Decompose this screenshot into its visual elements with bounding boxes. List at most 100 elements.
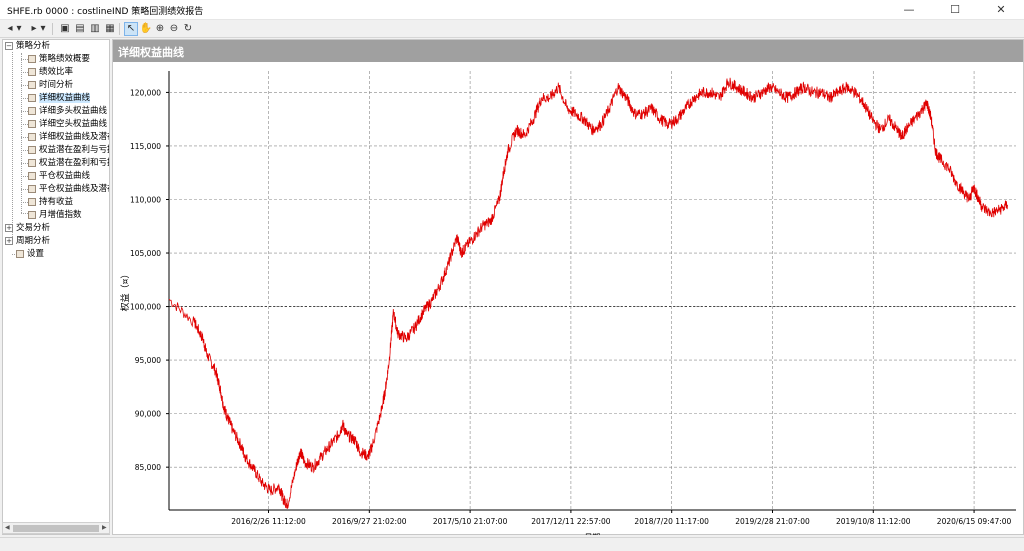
status-bar — [0, 537, 1024, 551]
y-tick-label: 85,000 — [135, 463, 161, 472]
pointer-icon[interactable]: ↖ — [124, 22, 138, 36]
chart-series — [168, 77, 1008, 510]
tree-item-label: 持有收益 — [39, 197, 74, 207]
equity-chart[interactable]: 85,000 90,000 95,000 100,000 105,000 110,000 1… — [113, 63, 1023, 535]
y-tick-label: 95,000 — [135, 356, 161, 365]
report-icon — [28, 132, 36, 141]
tree-item-label: 绩效比率 — [39, 67, 74, 77]
x-tick-label: 2019/2/28 21:07:00 — [735, 517, 810, 526]
panel-header: 详细权益曲线 — [113, 40, 1023, 62]
scroll-left-icon[interactable]: ◀ — [5, 523, 10, 533]
tree-item[interactable]: 持有收益 — [28, 196, 73, 209]
tree-group-trade[interactable]: + 交易分析 — [5, 222, 50, 235]
x-tick-label: 2016/2/26 11:12:00 — [231, 517, 306, 526]
scroll-right-icon[interactable]: ▶ — [102, 523, 107, 533]
tree-item-label: 设置 — [27, 249, 45, 259]
toolbar: ◂ ▾ ▸ ▾ ▣ ▤ ▥ ▦ ↖ ✋ ⊕ ⊖ ↻ — [0, 20, 1024, 38]
hand-icon[interactable]: ✋ — [139, 22, 153, 36]
tree-item[interactable]: 详细多头权益曲线 — [28, 105, 107, 118]
save-icon[interactable]: ▣ — [58, 22, 72, 36]
tree-horizontal-scrollbar[interactable]: ◀ ▶ — [2, 522, 110, 534]
tree-item-label: 权益潜在盈利和亏损 — [39, 158, 110, 168]
y-tick-label: 120,000 — [130, 88, 161, 97]
report-icon — [28, 197, 36, 206]
tree-guide — [21, 85, 28, 86]
window-title: SHFE.rb 0000 : costlineIND 策略回测绩效报告 — [7, 7, 204, 17]
report-icon — [28, 145, 36, 154]
x-tick-label: 2018/7/20 11:17:00 — [634, 517, 709, 526]
tree-guide — [21, 189, 28, 190]
toolbar-separator — [52, 23, 53, 35]
reset-icon[interactable]: ↻ — [181, 22, 195, 36]
tree-item-selected[interactable]: 详细权益曲线 — [28, 92, 91, 105]
report-icon — [28, 106, 36, 115]
export-icon[interactable]: ▤ — [73, 22, 87, 36]
print-icon[interactable]: ▥ — [88, 22, 102, 36]
back-dropdown-icon[interactable]: ▾ — [15, 22, 23, 36]
tree-item[interactable]: 详细权益曲线及潜在 — [28, 131, 109, 144]
tree-item-label: 详细多头权益曲线 — [39, 106, 108, 116]
tree-item[interactable]: 月增值指数 — [28, 209, 82, 222]
y-tick-label: 110,000 — [130, 195, 161, 204]
tree-guide — [21, 72, 28, 73]
zoom-out-icon[interactable]: ⊖ — [167, 22, 181, 36]
minimize-button[interactable]: — — [886, 0, 932, 20]
y-tick-label: 105,000 — [130, 249, 161, 258]
report-icon — [16, 249, 24, 258]
tree-item-label: 策略绩效概要 — [39, 54, 91, 64]
maximize-button[interactable]: ☐ — [932, 0, 978, 20]
series-line — [168, 77, 1008, 510]
x-axis-label: 日期 — [585, 533, 601, 535]
tree-guide — [21, 137, 28, 138]
tree-item[interactable]: 绩效比率 — [28, 66, 73, 79]
report-icon — [28, 158, 36, 167]
x-tick-label: 2017/12/11 22:57:00 — [531, 517, 611, 526]
report-icon — [28, 54, 36, 63]
tree-guide — [21, 150, 28, 151]
forward-dropdown-icon[interactable]: ▾ — [39, 22, 47, 36]
tree-item[interactable]: 时间分析 — [28, 79, 73, 92]
tree-item-label: 详细权益曲线 — [39, 93, 91, 103]
tree-group-strategy[interactable]: − 策略分析 — [5, 40, 50, 53]
report-icon — [28, 119, 36, 128]
tree-item[interactable]: 权益潜在盈利与亏损 — [28, 144, 110, 157]
tree-guide — [21, 176, 28, 177]
chart-panel: 详细权益曲线 85,000 90,000 95,000 100,000 105,000 1… — [112, 39, 1024, 535]
navigation-tree: − 策略分析 策略绩效概要 绩效比率 时间分析 详细权益曲线 详细多头权益曲线 详… — [2, 39, 110, 535]
x-tick-label: 2020/6/15 09:47:00 — [937, 517, 1012, 526]
y-axis-ticks: 85,000 90,000 95,000 100,000 105,000 110,000 1… — [130, 88, 169, 472]
x-axis-ticks: 2016/2/26 11:12:00 2016/9/27 21:02:00 2017… — [231, 510, 1012, 526]
y-tick-label: 100,000 — [130, 303, 161, 312]
report-icon — [28, 171, 36, 180]
y-axis-label: 权益（¤） — [119, 270, 131, 312]
report-icon — [28, 184, 36, 193]
tree-guide — [21, 59, 28, 60]
tree-item-label: 平仓权益曲线 — [39, 171, 91, 181]
tree-group-period[interactable]: + 周期分析 — [5, 235, 50, 248]
tree-guide — [21, 202, 28, 203]
close-button[interactable]: ✕ — [978, 0, 1024, 20]
y-tick-label: 90,000 — [135, 410, 161, 419]
tree-guide — [21, 124, 28, 125]
tree-guide — [21, 163, 28, 164]
tree-group-label: 周期分析 — [16, 236, 51, 246]
tree-item-label: 平仓权益曲线及潜在 — [39, 184, 110, 194]
tree-item-settings[interactable]: 设置 — [16, 248, 44, 261]
zoom-in-icon[interactable]: ⊕ — [153, 22, 167, 36]
tree-group-label: 策略分析 — [16, 41, 51, 51]
tree-item[interactable]: 详细空头权益曲线 — [28, 118, 107, 131]
tree-item-label: 权益潜在盈利与亏损 — [39, 145, 110, 155]
expand-icon[interactable]: + — [5, 236, 13, 245]
expand-icon[interactable]: + — [5, 223, 13, 232]
report-icon — [28, 80, 36, 89]
tree-guide — [21, 111, 28, 112]
tree-item[interactable]: 平仓权益曲线 — [28, 170, 90, 183]
settings-icon[interactable]: ▦ — [103, 22, 117, 36]
tree-item[interactable]: 策略绩效概要 — [28, 53, 90, 66]
tree-item[interactable]: 权益潜在盈利和亏损 — [28, 157, 110, 170]
collapse-icon[interactable]: − — [5, 41, 13, 50]
panel-title: 详细权益曲线 — [118, 46, 184, 59]
tree-guide — [21, 98, 28, 99]
scrollbar-thumb[interactable] — [13, 525, 99, 532]
tree-item[interactable]: 平仓权益曲线及潜在 — [28, 183, 110, 196]
